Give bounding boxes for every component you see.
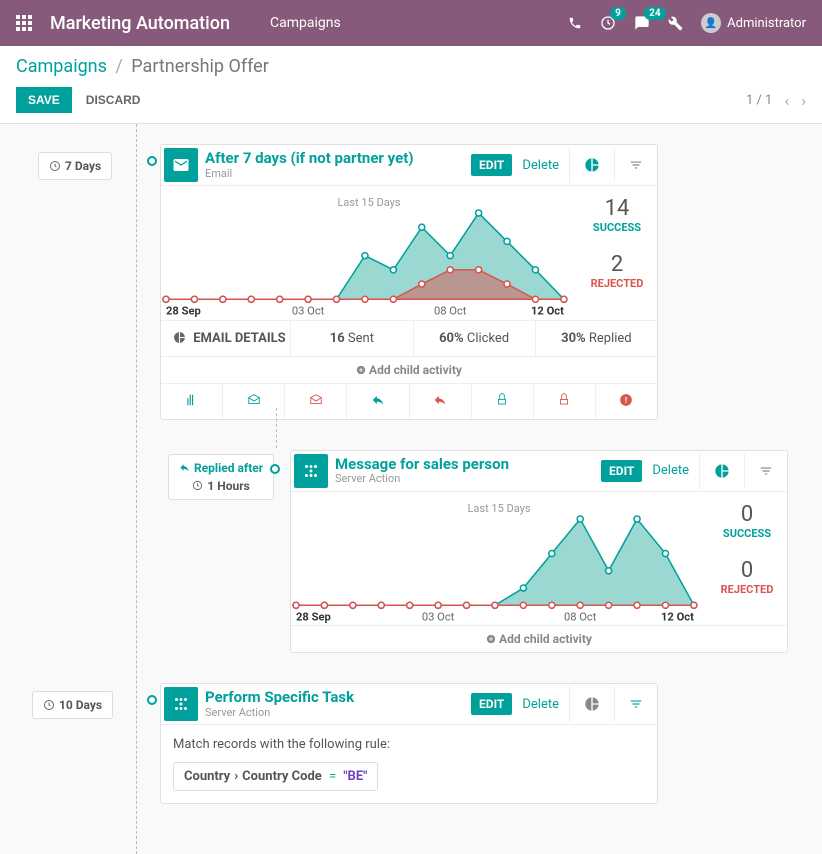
timeline-dot xyxy=(147,695,157,705)
rejected-label: REJECTED xyxy=(577,277,657,290)
replied-stat: 30% Replied xyxy=(536,321,657,356)
trigger-activity-icon[interactable] xyxy=(161,384,223,419)
svg-text:12 Oct: 12 Oct xyxy=(531,305,564,318)
rejected-count: 2 xyxy=(577,252,657,277)
chart-tab-icon[interactable] xyxy=(699,453,744,489)
tools-icon[interactable] xyxy=(668,16,683,31)
svg-text:28 Sep: 28 Sep xyxy=(296,610,331,623)
rule-chip[interactable]: Country › Country Code = "BE" xyxy=(173,762,378,791)
add-child-button[interactable]: Add child activity xyxy=(161,356,657,383)
pager-prev-icon[interactable]: ‹ xyxy=(784,91,789,110)
user-menu[interactable]: 👤 Administrator xyxy=(701,13,806,33)
edit-button[interactable]: EDIT xyxy=(601,460,642,482)
clock-notification-icon[interactable]: 9 xyxy=(600,15,616,31)
svg-text:12 Oct: 12 Oct xyxy=(661,610,694,623)
success-count: 0 xyxy=(707,502,787,527)
activity-title[interactable]: After 7 days (if not partner yet) xyxy=(205,150,471,167)
timeline-dot xyxy=(147,156,157,166)
svg-text:28 Sep: 28 Sep xyxy=(166,305,201,318)
timeline-dot xyxy=(270,464,280,474)
svg-text:08 Oct: 08 Oct xyxy=(434,305,467,318)
email-details-label: EMAIL DETAILS xyxy=(161,321,291,356)
sent-stat: 16 Sent xyxy=(291,321,413,356)
reply-icon xyxy=(179,462,190,473)
breadcrumb: Campaigns / Partnership Offer xyxy=(16,56,806,77)
delete-button[interactable]: Delete xyxy=(512,154,569,177)
rejected-label: REJECTED xyxy=(707,583,787,596)
pager-next-icon[interactable]: › xyxy=(801,91,806,110)
trigger-not-reply-icon[interactable] xyxy=(410,384,472,419)
activity-title[interactable]: Message for sales person xyxy=(335,456,601,473)
nav-campaigns[interactable]: Campaigns xyxy=(270,15,341,31)
add-child-button[interactable]: Add child activity xyxy=(291,625,787,652)
activity-chart: 28 Sep 03 Oct 08 Oct 12 Oct xyxy=(296,519,702,621)
server-action-icon xyxy=(294,454,328,488)
trigger-reply-icon[interactable] xyxy=(347,384,409,419)
chart-period-label: Last 15 Days xyxy=(296,502,702,519)
success-count: 14 xyxy=(577,196,657,221)
success-label: SUCCESS xyxy=(577,221,657,234)
filter-tab-icon[interactable] xyxy=(614,148,657,182)
clock-icon xyxy=(49,160,61,172)
apps-icon[interactable] xyxy=(16,15,32,31)
activity-subtitle: Email xyxy=(205,167,471,180)
svg-text:08 Oct: 08 Oct xyxy=(564,610,597,623)
notification-badge-2: 24 xyxy=(644,7,665,20)
notification-badge-1: 9 xyxy=(610,7,626,20)
svg-text:03 Oct: 03 Oct xyxy=(292,305,325,318)
edit-button[interactable]: EDIT xyxy=(471,154,512,176)
filter-tab-icon[interactable] xyxy=(744,454,787,488)
chart-tab-icon[interactable] xyxy=(569,686,614,722)
activity-chart: 28 Sep 03 Oct 08 Oct 12 Oct xyxy=(166,213,572,315)
phone-icon[interactable] xyxy=(568,16,582,30)
timing-badge-2: Replied after 1 Hours xyxy=(168,454,274,500)
svg-text:03 Oct: 03 Oct xyxy=(422,610,455,623)
delete-button[interactable]: Delete xyxy=(512,693,569,716)
trigger-not-click-icon[interactable] xyxy=(534,384,596,419)
clicked-stat: 60% Clicked xyxy=(414,321,536,356)
chart-period-label: Last 15 Days xyxy=(166,196,572,213)
user-name: Administrator xyxy=(727,16,806,31)
activity-subtitle: Server Action xyxy=(205,706,471,719)
activity-title[interactable]: Perform Specific Task xyxy=(205,689,471,706)
rejected-count: 0 xyxy=(707,558,787,583)
svg-text:!: ! xyxy=(625,394,627,404)
trigger-bounce-icon[interactable]: ! xyxy=(596,384,657,419)
email-icon xyxy=(164,148,198,182)
filter-tab-icon[interactable] xyxy=(614,687,657,721)
discard-button[interactable]: DISCARD xyxy=(86,93,141,107)
avatar: 👤 xyxy=(701,13,721,33)
save-button[interactable]: SAVE xyxy=(16,87,72,113)
server-action-icon xyxy=(164,687,198,721)
success-label: SUCCESS xyxy=(707,527,787,540)
clock-icon xyxy=(192,480,203,491)
clock-icon xyxy=(43,699,55,711)
chat-notification-icon[interactable]: 24 xyxy=(634,15,650,31)
rule-intro: Match records with the following rule: xyxy=(173,737,645,752)
timing-badge-3: 10 Days xyxy=(32,691,113,719)
breadcrumb-current: Partnership Offer xyxy=(131,56,269,77)
app-title: Marketing Automation xyxy=(50,13,230,34)
pager-text: 1 / 1 xyxy=(746,93,772,108)
chart-tab-icon[interactable] xyxy=(569,147,614,183)
trigger-mail-not-open-icon[interactable] xyxy=(285,384,347,419)
breadcrumb-root[interactable]: Campaigns xyxy=(16,56,107,77)
activity-subtitle: Server Action xyxy=(335,472,601,485)
trigger-click-icon[interactable] xyxy=(472,384,534,419)
timing-badge-1: 7 Days xyxy=(38,152,112,180)
delete-button[interactable]: Delete xyxy=(642,459,699,482)
edit-button[interactable]: EDIT xyxy=(471,693,512,715)
